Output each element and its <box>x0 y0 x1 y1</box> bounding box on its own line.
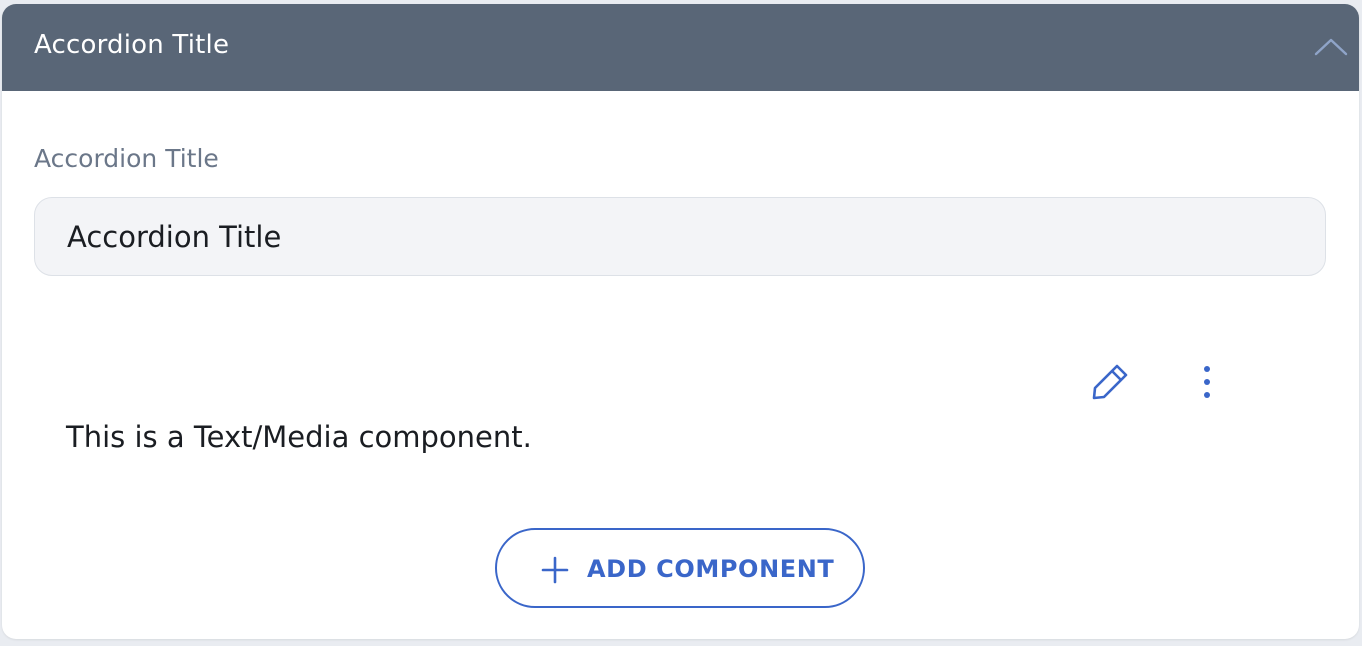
accordion-header-title: Accordion Title <box>34 30 230 60</box>
pencil-icon[interactable] <box>1088 360 1132 404</box>
title-input[interactable] <box>34 197 1326 276</box>
add-component-label: ADD COMPONENT <box>587 555 835 583</box>
chevron-up-icon[interactable] <box>1313 34 1349 58</box>
more-vertical-icon[interactable] <box>1194 360 1220 404</box>
plus-icon <box>541 556 569 584</box>
text-media-component: This is a Text/Media component. <box>34 340 1294 470</box>
accordion-panel: Accordion Title Accordion Title This is … <box>2 4 1359 639</box>
component-text: This is a Text/Media component. <box>66 420 532 454</box>
title-field-label: Accordion Title <box>34 144 219 173</box>
accordion-header[interactable]: Accordion Title <box>2 4 1359 91</box>
add-component-button[interactable]: ADD COMPONENT <box>495 528 865 608</box>
